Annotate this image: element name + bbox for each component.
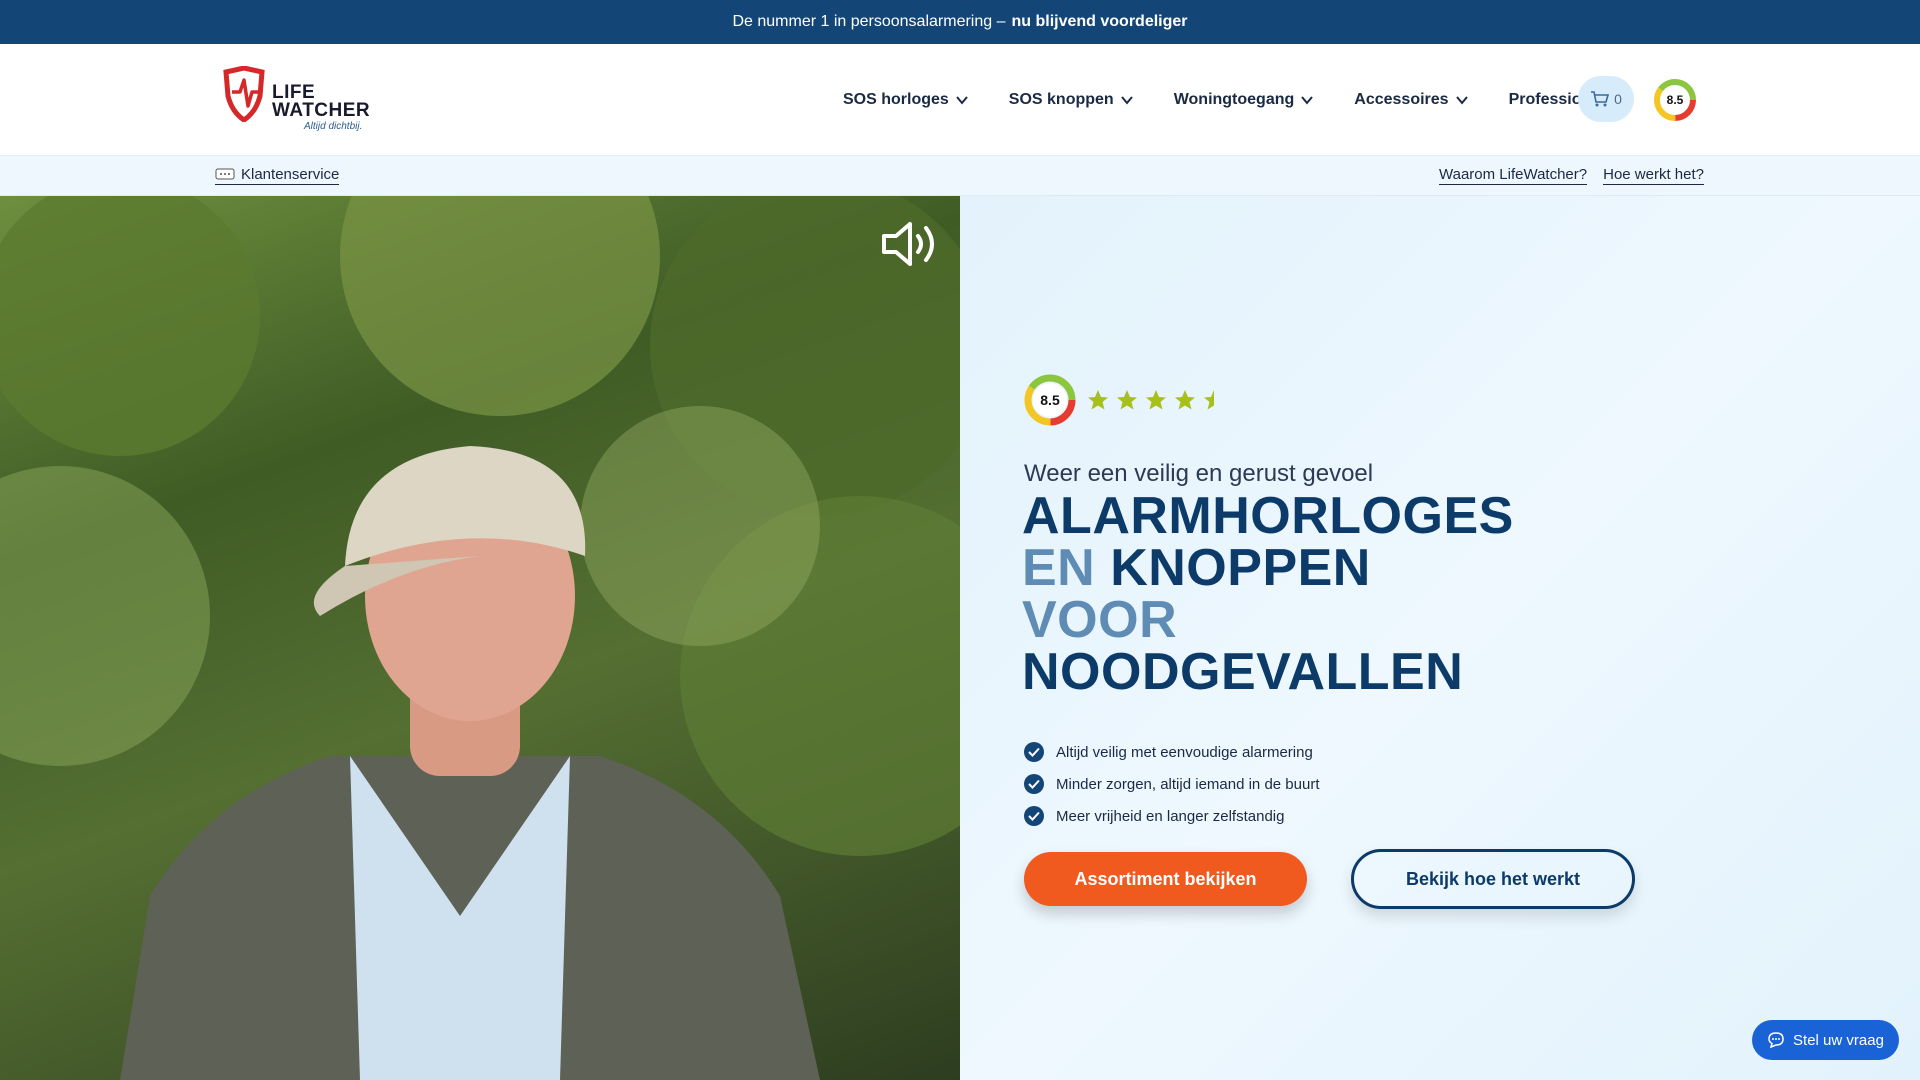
logo-wordmark: LIFE WATCHER [272, 82, 371, 121]
chevron-down-icon [1120, 96, 1133, 105]
benefit-text: Minder zorgen, altijd iemand in de buurt [1056, 775, 1320, 793]
star-icon [1117, 390, 1137, 410]
nav-label: SOS knoppen [1008, 91, 1114, 108]
secondary-bar: Klantenservice Waarom LifeWatcher? Hoe w… [0, 156, 1920, 196]
chat-widget-button[interactable]: Stel uw vraag [1752, 1020, 1899, 1060]
announcement-highlight: nu blijvend voordeliger [1011, 13, 1188, 30]
chat-label: Stel uw vraag [1793, 1031, 1884, 1049]
nav-sos-horloges[interactable]: SOS horloges [843, 91, 969, 109]
cart-count: 0 [1614, 91, 1622, 107]
svg-text:8.5: 8.5 [1040, 392, 1060, 408]
lifewatcher-logo[interactable]: LIFE WATCHER Altijd dichtbij. [222, 65, 372, 136]
star-icon [1175, 390, 1195, 410]
link-waarom-lifewatcher[interactable]: Waarom LifeWatcher? [1439, 166, 1588, 185]
rating-row: 8.5 [1024, 374, 1226, 426]
announcement-bar: De nummer 1 in persoonsalarmering – nu b… [0, 0, 1920, 44]
hero-tagline: Weer een veilig en gerust gevoel [1024, 460, 1374, 487]
svg-text:8.5: 8.5 [1667, 93, 1684, 107]
check-icon [1024, 742, 1044, 762]
hero-video[interactable] [0, 196, 960, 1080]
chat-bubble-icon [215, 168, 235, 179]
nav-woningtoegang[interactable]: Woningtoegang [1174, 91, 1315, 109]
main-navigation: SOS horloges SOS knoppen Woningtoegang A… [843, 44, 1654, 156]
volume-icon[interactable] [880, 218, 940, 270]
nav-label: Woningtoegang [1173, 91, 1295, 108]
benefit-text: Meer vrijheid en langer zelfstandig [1056, 807, 1285, 825]
half-star-icon [1204, 390, 1214, 410]
nav-sos-knoppen[interactable]: SOS knoppen [1009, 91, 1134, 109]
chevron-down-icon [956, 96, 968, 105]
chat-icon [1768, 1032, 1784, 1049]
nav-label: SOS horloges [843, 91, 949, 108]
customer-service-link[interactable]: Klantenservice [215, 166, 340, 185]
nav-label: Accessoires [1354, 91, 1449, 108]
customer-service-label: Klantenservice [241, 166, 340, 183]
link-hoe-werkt-het[interactable]: Hoe werkt het? [1603, 166, 1704, 185]
secondary-links: Waarom LifeWatcher? Hoe werkt het? [1439, 166, 1704, 185]
cart-icon [1591, 91, 1610, 107]
announcement-text: De nummer 1 in persoonsalarmering – [732, 13, 1006, 30]
star-rating [1086, 388, 1226, 412]
benefit-item: Minder zorgen, altijd iemand in de buurt [1024, 768, 1319, 800]
benefit-list: Altijd veilig met eenvoudige alarmering … [1024, 736, 1319, 832]
view-assortment-button[interactable]: Assortiment bekijken [1024, 852, 1307, 906]
rating-score-badge: 8.5 [1024, 374, 1076, 426]
logo-tagline: Altijd dichtbij. [304, 121, 363, 132]
hero-photo-placeholder [0, 196, 960, 1080]
how-it-works-button[interactable]: Bekijk hoe het werkt [1351, 849, 1635, 909]
benefit-item: Meer vrijheid en langer zelfstandig [1024, 800, 1319, 832]
cart-button[interactable]: 0 [1578, 76, 1634, 122]
shield-logo-icon [223, 65, 265, 124]
check-icon [1024, 774, 1044, 794]
rating-score-badge[interactable]: 8.5 [1654, 79, 1696, 121]
star-icon [1146, 390, 1166, 410]
benefit-item: Altijd veilig met eenvoudige alarmering [1024, 736, 1319, 768]
nav-accessoires[interactable]: Accessoires [1354, 91, 1468, 109]
benefit-text: Altijd veilig met eenvoudige alarmering [1056, 743, 1313, 761]
hero-title: ALARMHORLOGES EN KNOPPEN VOOR NOODGEVALL… [1022, 487, 1514, 701]
check-icon [1024, 806, 1044, 826]
chevron-down-icon [1455, 96, 1468, 105]
star-icon [1088, 390, 1108, 410]
site-header: LIFE WATCHER Altijd dichtbij. SOS horlog… [0, 44, 1920, 156]
chevron-down-icon [1301, 96, 1314, 105]
